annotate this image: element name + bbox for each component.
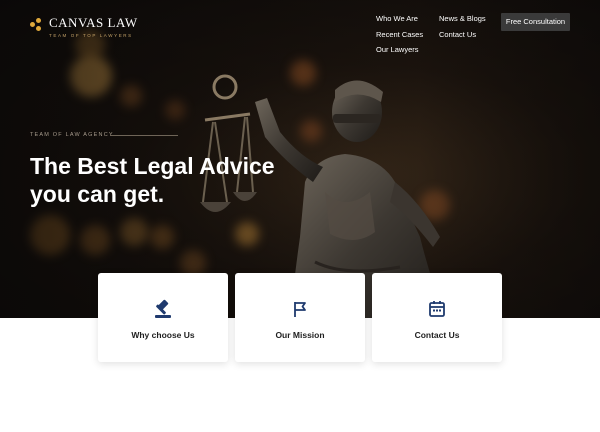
calendar-icon: [429, 301, 445, 317]
nav-link-recent-cases[interactable]: Recent Cases: [376, 30, 423, 46]
eyebrow-divider: [110, 135, 178, 136]
headline-line-1: The Best Legal Advice: [30, 153, 275, 179]
card-our-mission[interactable]: Our Mission: [235, 273, 365, 362]
hero-headline: The Best Legal Advice you can get.: [30, 152, 320, 208]
card-label: Why choose Us: [131, 330, 195, 340]
logo-text: CANVAS LAW TEAM OF TOP LAWYERS: [49, 15, 138, 39]
nav-link-our-lawyers[interactable]: Our Lawyers: [376, 45, 423, 61]
gavel-icon: [155, 299, 171, 318]
brand-name: CANVAS LAW: [49, 15, 138, 30]
flag-icon: [294, 302, 306, 317]
nav-column-2: News & Blogs Contact Us: [439, 14, 486, 45]
brand-tagline: TEAM OF TOP LAWYERS: [49, 33, 133, 38]
brand-logo[interactable]: CANVAS LAW TEAM OF TOP LAWYERS: [30, 16, 138, 38]
nav-column-1: Who We Are Recent Cases Our Lawyers: [376, 14, 423, 61]
headline-line-2: you can get.: [30, 181, 165, 207]
card-label: Contact Us: [414, 330, 460, 340]
card-label: Our Mission: [275, 330, 325, 340]
free-consultation-button[interactable]: Free Consultation: [501, 13, 570, 31]
card-contact-us[interactable]: Contact Us: [372, 273, 502, 362]
hero-eyebrow: TEAM OF LAW AGENCY: [30, 132, 114, 138]
nav-link-contact-us[interactable]: Contact Us: [439, 30, 486, 46]
card-why-choose-us[interactable]: Why choose Us: [98, 273, 228, 362]
nav-link-news-blogs[interactable]: News & Blogs: [439, 14, 486, 30]
logo-dots-icon: [30, 18, 44, 32]
nav-link-who-we-are[interactable]: Who We Are: [376, 14, 423, 30]
